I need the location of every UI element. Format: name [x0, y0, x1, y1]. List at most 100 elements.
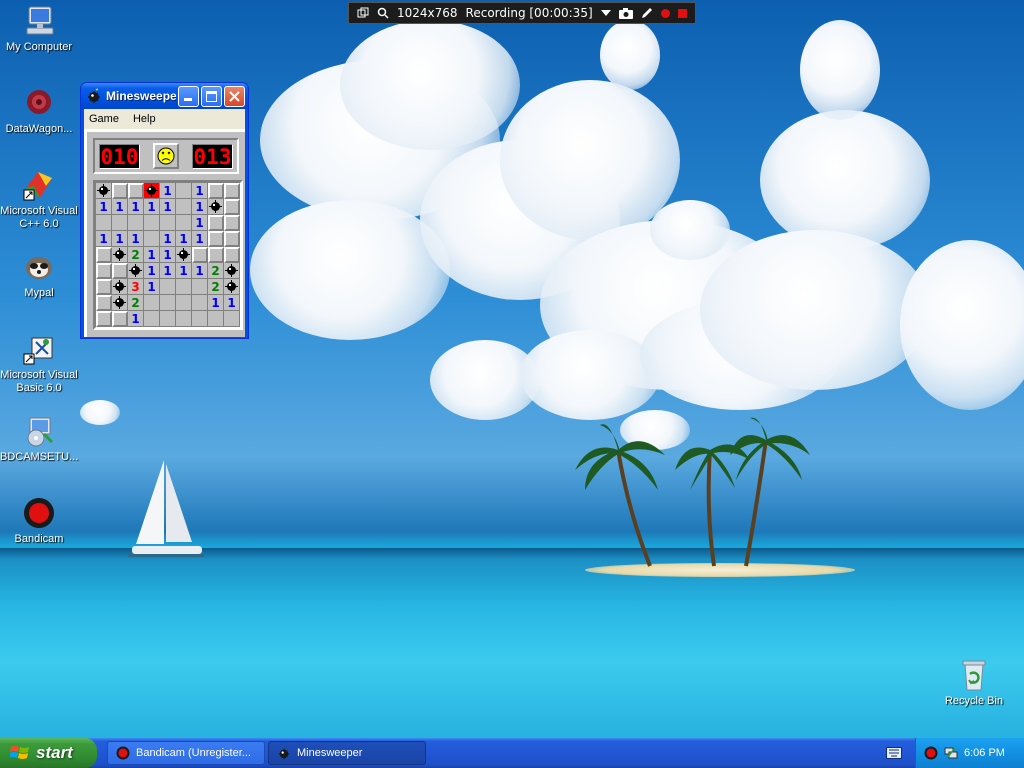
minefield-cell[interactable]: [144, 215, 160, 231]
keyboard-icon[interactable]: [886, 747, 902, 759]
minefield-cell[interactable]: 1: [128, 231, 144, 247]
minefield-cell[interactable]: 1: [144, 279, 160, 295]
zoom-icon[interactable]: [377, 7, 389, 19]
minefield-cell[interactable]: 1: [160, 247, 176, 263]
minefield-cell[interactable]: [144, 183, 160, 199]
minefield-cell[interactable]: [176, 295, 192, 311]
minefield-cell[interactable]: [208, 215, 224, 231]
minefield-cell[interactable]: [176, 247, 192, 263]
minefield-cell[interactable]: 3: [128, 279, 144, 295]
window-restore-icon[interactable]: [357, 7, 369, 19]
minefield-cell[interactable]: [160, 295, 176, 311]
minefield-cell[interactable]: [128, 263, 144, 279]
minefield-cell[interactable]: [112, 263, 128, 279]
minefield-cell[interactable]: [96, 247, 112, 263]
desktop-icon-visual-cpp[interactable]: Microsoft Visual C++ 6.0: [0, 168, 78, 231]
minefield-cell[interactable]: 1: [112, 199, 128, 215]
maximize-button[interactable]: [201, 85, 222, 107]
menu-game[interactable]: Game: [89, 113, 119, 125]
minefield-cell[interactable]: [176, 183, 192, 199]
minefield-cell[interactable]: [224, 231, 240, 247]
minefield-cell[interactable]: [144, 295, 160, 311]
minefield-cell[interactable]: [96, 215, 112, 231]
minefield-cell[interactable]: 2: [208, 279, 224, 295]
minefield-cell[interactable]: [112, 183, 128, 199]
minefield-cell[interactable]: 1: [144, 247, 160, 263]
minefield-cell[interactable]: [112, 215, 128, 231]
minefield-cell[interactable]: [176, 199, 192, 215]
minefield-cell[interactable]: [208, 247, 224, 263]
minefield-cell[interactable]: 1: [192, 183, 208, 199]
minefield-cell[interactable]: [112, 279, 128, 295]
minefield-cell[interactable]: 1: [144, 263, 160, 279]
desktop-icon-mypal[interactable]: Mypal: [0, 250, 78, 300]
minefield-cell[interactable]: 1: [144, 199, 160, 215]
minefield-cell[interactable]: 1: [208, 295, 224, 311]
minefield-cell[interactable]: 1: [128, 199, 144, 215]
minefield-cell[interactable]: 1: [160, 231, 176, 247]
minefield-cell[interactable]: [224, 263, 240, 279]
desktop-icon-visual-basic[interactable]: Microsoft Visual Basic 6.0: [0, 332, 78, 395]
minefield-cell[interactable]: 1: [160, 199, 176, 215]
minefield-cell[interactable]: 1: [176, 231, 192, 247]
minefield-cell[interactable]: 2: [128, 295, 144, 311]
minefield-cell[interactable]: [160, 279, 176, 295]
minefield-cell[interactable]: 1: [192, 199, 208, 215]
minefield-cell[interactable]: [208, 231, 224, 247]
minefield-cell[interactable]: 1: [96, 231, 112, 247]
minefield-cell[interactable]: [192, 247, 208, 263]
minefield-cell[interactable]: [160, 215, 176, 231]
minefield-cell[interactable]: [192, 279, 208, 295]
minefield-cell[interactable]: [128, 215, 144, 231]
minefield-cell[interactable]: [112, 247, 128, 263]
menu-help[interactable]: Help: [133, 113, 156, 125]
minefield-cell[interactable]: [144, 231, 160, 247]
desktop-icon-my-computer[interactable]: My Computer: [0, 4, 78, 54]
dropdown-arrow-icon[interactable]: [600, 9, 611, 17]
minefield-cell[interactable]: [96, 279, 112, 295]
minefield-cell[interactable]: 2: [208, 263, 224, 279]
minefield-cell[interactable]: [176, 311, 192, 327]
minefield-cell[interactable]: [224, 183, 240, 199]
minefield-cell[interactable]: [208, 183, 224, 199]
minefield-cell[interactable]: 1: [160, 183, 176, 199]
pencil-icon[interactable]: [641, 7, 653, 19]
minefield-cell[interactable]: [112, 295, 128, 311]
minefield-cell[interactable]: [96, 311, 112, 327]
minefield-cell[interactable]: [96, 183, 112, 199]
minefield-cell[interactable]: 1: [192, 263, 208, 279]
minefield-cell[interactable]: [96, 295, 112, 311]
network-icon[interactable]: [944, 746, 958, 760]
minefield-cell[interactable]: [144, 311, 160, 327]
pause-icon[interactable]: [660, 8, 670, 18]
taskbar-item-bandicam[interactable]: Bandicam (Unregister...: [107, 741, 265, 765]
minefield-cell[interactable]: [176, 279, 192, 295]
minefield-cell[interactable]: 1: [112, 231, 128, 247]
stop-icon[interactable]: [677, 8, 687, 18]
minefield-cell[interactable]: [224, 311, 240, 327]
minimize-button[interactable]: [178, 85, 199, 107]
minefield-cell[interactable]: 1: [160, 263, 176, 279]
desktop-icon-bdcamsetup[interactable]: BDCAMSETU...: [0, 414, 78, 464]
minefield-cell[interactable]: [160, 311, 176, 327]
minefield-cell[interactable]: [224, 215, 240, 231]
desktop-icon-datawagon[interactable]: DataWagon...: [0, 86, 78, 136]
minefield-cell[interactable]: 1: [192, 215, 208, 231]
minefield-cell[interactable]: [112, 311, 128, 327]
minefield-cell[interactable]: [176, 215, 192, 231]
minefield-cell[interactable]: 1: [192, 231, 208, 247]
minefield-cell[interactable]: [224, 199, 240, 215]
reset-face-button[interactable]: [153, 143, 179, 169]
desktop-icon-bandicam[interactable]: Bandicam: [0, 496, 78, 546]
close-button[interactable]: [224, 85, 245, 107]
minefield-cell[interactable]: 1: [128, 311, 144, 327]
minefield-cell[interactable]: [192, 311, 208, 327]
minefield-cell[interactable]: [224, 279, 240, 295]
minefield-cell[interactable]: [224, 247, 240, 263]
window-titlebar[interactable]: Minesweeper: [81, 83, 248, 109]
minefield-cell[interactable]: [192, 295, 208, 311]
minefield-cell[interactable]: 2: [128, 247, 144, 263]
minefield-cell[interactable]: [208, 199, 224, 215]
minefield-cell[interactable]: 1: [176, 263, 192, 279]
bandicam-tray-icon[interactable]: [924, 746, 938, 760]
